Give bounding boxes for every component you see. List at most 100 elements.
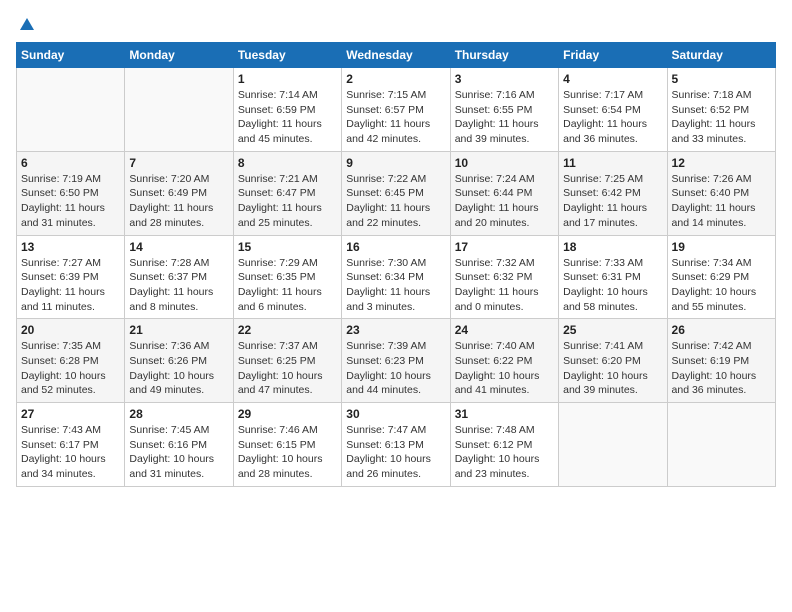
day-number: 21	[129, 323, 228, 337]
day-info: Sunrise: 7:26 AMSunset: 6:40 PMDaylight:…	[672, 172, 771, 231]
calendar-cell: 6 Sunrise: 7:19 AMSunset: 6:50 PMDaylight…	[17, 151, 125, 235]
day-number: 9	[346, 156, 445, 170]
calendar-header-row: SundayMondayTuesdayWednesdayThursdayFrid…	[17, 43, 776, 68]
day-number: 17	[455, 240, 554, 254]
calendar-cell: 10Sunrise: 7:24 AMSunset: 6:44 PMDayligh…	[450, 151, 558, 235]
day-number: 6	[21, 156, 120, 170]
day-number: 7	[129, 156, 228, 170]
calendar-cell: 2 Sunrise: 7:15 AMSunset: 6:57 PMDaylight…	[342, 68, 450, 152]
day-number: 28	[129, 407, 228, 421]
weekday-header: Monday	[125, 43, 233, 68]
day-number: 25	[563, 323, 662, 337]
day-number: 12	[672, 156, 771, 170]
day-info: Sunrise: 7:25 AMSunset: 6:42 PMDaylight:…	[563, 172, 662, 231]
calendar-cell: 11 Sunrise: 7:25 AMSunset: 6:42 PMDayligh…	[559, 151, 667, 235]
day-info: Sunrise: 7:47 AMSunset: 6:13 PMDaylight:…	[346, 423, 445, 482]
calendar-cell: 5 Sunrise: 7:18 AMSunset: 6:52 PMDaylight…	[667, 68, 775, 152]
day-number: 4	[563, 72, 662, 86]
day-info: Sunrise: 7:16 AMSunset: 6:55 PMDaylight:…	[455, 88, 554, 147]
day-number: 31	[455, 407, 554, 421]
day-number: 11	[563, 156, 662, 170]
day-number: 1	[238, 72, 337, 86]
logo	[16, 16, 36, 34]
day-info: Sunrise: 7:20 AMSunset: 6:49 PMDaylight:…	[129, 172, 228, 231]
calendar-cell: 26 Sunrise: 7:42 AMSunset: 6:19 PMDayligh…	[667, 319, 775, 403]
day-number: 10	[455, 156, 554, 170]
calendar-cell: 8 Sunrise: 7:21 AMSunset: 6:47 PMDaylight…	[233, 151, 341, 235]
day-info: Sunrise: 7:22 AMSunset: 6:45 PMDaylight:…	[346, 172, 445, 231]
calendar-cell: 19 Sunrise: 7:34 AMSunset: 6:29 PMDayligh…	[667, 235, 775, 319]
day-info: Sunrise: 7:33 AMSunset: 6:31 PMDaylight:…	[563, 256, 662, 315]
day-number: 2	[346, 72, 445, 86]
weekday-header: Thursday	[450, 43, 558, 68]
day-info: Sunrise: 7:41 AMSunset: 6:20 PMDaylight:…	[563, 339, 662, 398]
day-number: 13	[21, 240, 120, 254]
day-number: 16	[346, 240, 445, 254]
weekday-header: Sunday	[17, 43, 125, 68]
day-number: 19	[672, 240, 771, 254]
calendar-cell	[17, 68, 125, 152]
logo-icon	[18, 16, 36, 34]
calendar-cell: 23 Sunrise: 7:39 AMSunset: 6:23 PMDayligh…	[342, 319, 450, 403]
day-info: Sunrise: 7:48 AMSunset: 6:12 PMDaylight:…	[455, 423, 554, 482]
day-info: Sunrise: 7:29 AMSunset: 6:35 PMDaylight:…	[238, 256, 337, 315]
day-number: 26	[672, 323, 771, 337]
day-info: Sunrise: 7:14 AMSunset: 6:59 PMDaylight:…	[238, 88, 337, 147]
day-info: Sunrise: 7:35 AMSunset: 6:28 PMDaylight:…	[21, 339, 120, 398]
calendar-cell: 31 Sunrise: 7:48 AMSunset: 6:12 PMDayligh…	[450, 403, 558, 487]
day-info: Sunrise: 7:18 AMSunset: 6:52 PMDaylight:…	[672, 88, 771, 147]
calendar-cell: 17 Sunrise: 7:32 AMSunset: 6:32 PMDayligh…	[450, 235, 558, 319]
calendar-cell: 15 Sunrise: 7:29 AMSunset: 6:35 PMDayligh…	[233, 235, 341, 319]
day-info: Sunrise: 7:15 AMSunset: 6:57 PMDaylight:…	[346, 88, 445, 147]
day-info: Sunrise: 7:34 AMSunset: 6:29 PMDaylight:…	[672, 256, 771, 315]
day-number: 8	[238, 156, 337, 170]
day-number: 24	[455, 323, 554, 337]
weekday-header: Tuesday	[233, 43, 341, 68]
day-number: 5	[672, 72, 771, 86]
day-info: Sunrise: 7:45 AMSunset: 6:16 PMDaylight:…	[129, 423, 228, 482]
weekday-header: Wednesday	[342, 43, 450, 68]
day-info: Sunrise: 7:28 AMSunset: 6:37 PMDaylight:…	[129, 256, 228, 315]
calendar-table: SundayMondayTuesdayWednesdayThursdayFrid…	[16, 42, 776, 487]
day-number: 29	[238, 407, 337, 421]
day-info: Sunrise: 7:43 AMSunset: 6:17 PMDaylight:…	[21, 423, 120, 482]
day-info: Sunrise: 7:46 AMSunset: 6:15 PMDaylight:…	[238, 423, 337, 482]
calendar-cell: 3 Sunrise: 7:16 AMSunset: 6:55 PMDaylight…	[450, 68, 558, 152]
calendar-cell: 29 Sunrise: 7:46 AMSunset: 6:15 PMDayligh…	[233, 403, 341, 487]
calendar-cell: 18 Sunrise: 7:33 AMSunset: 6:31 PMDayligh…	[559, 235, 667, 319]
day-number: 30	[346, 407, 445, 421]
day-number: 22	[238, 323, 337, 337]
day-info: Sunrise: 7:37 AMSunset: 6:25 PMDaylight:…	[238, 339, 337, 398]
weekday-header: Saturday	[667, 43, 775, 68]
calendar-cell: 13Sunrise: 7:27 AMSunset: 6:39 PMDayligh…	[17, 235, 125, 319]
day-number: 15	[238, 240, 337, 254]
day-number: 27	[21, 407, 120, 421]
calendar-cell: 7 Sunrise: 7:20 AMSunset: 6:49 PMDaylight…	[125, 151, 233, 235]
day-info: Sunrise: 7:32 AMSunset: 6:32 PMDaylight:…	[455, 256, 554, 315]
calendar-cell: 20 Sunrise: 7:35 AMSunset: 6:28 PMDayligh…	[17, 319, 125, 403]
day-number: 18	[563, 240, 662, 254]
calendar-cell: 16 Sunrise: 7:30 AMSunset: 6:34 PMDayligh…	[342, 235, 450, 319]
day-number: 20	[21, 323, 120, 337]
calendar-cell: 9 Sunrise: 7:22 AMSunset: 6:45 PMDaylight…	[342, 151, 450, 235]
weekday-header: Friday	[559, 43, 667, 68]
day-info: Sunrise: 7:42 AMSunset: 6:19 PMDaylight:…	[672, 339, 771, 398]
day-info: Sunrise: 7:30 AMSunset: 6:34 PMDaylight:…	[346, 256, 445, 315]
calendar-cell: 22 Sunrise: 7:37 AMSunset: 6:25 PMDayligh…	[233, 319, 341, 403]
calendar-cell: 1 Sunrise: 7:14 AMSunset: 6:59 PMDaylight…	[233, 68, 341, 152]
calendar-cell: 28 Sunrise: 7:45 AMSunset: 6:16 PMDayligh…	[125, 403, 233, 487]
day-info: Sunrise: 7:17 AMSunset: 6:54 PMDaylight:…	[563, 88, 662, 147]
calendar-cell: 12 Sunrise: 7:26 AMSunset: 6:40 PMDayligh…	[667, 151, 775, 235]
calendar-cell: 21Sunrise: 7:36 AMSunset: 6:26 PMDayligh…	[125, 319, 233, 403]
calendar-cell: 25 Sunrise: 7:41 AMSunset: 6:20 PMDayligh…	[559, 319, 667, 403]
calendar-cell: 4 Sunrise: 7:17 AMSunset: 6:54 PMDaylight…	[559, 68, 667, 152]
calendar-cell	[559, 403, 667, 487]
day-number: 23	[346, 323, 445, 337]
day-info: Sunrise: 7:19 AMSunset: 6:50 PMDaylight:…	[21, 172, 120, 231]
day-number: 14	[129, 240, 228, 254]
calendar-cell	[125, 68, 233, 152]
day-number: 3	[455, 72, 554, 86]
day-info: Sunrise: 7:21 AMSunset: 6:47 PMDaylight:…	[238, 172, 337, 231]
calendar-cell	[667, 403, 775, 487]
day-info: Sunrise: 7:39 AMSunset: 6:23 PMDaylight:…	[346, 339, 445, 398]
